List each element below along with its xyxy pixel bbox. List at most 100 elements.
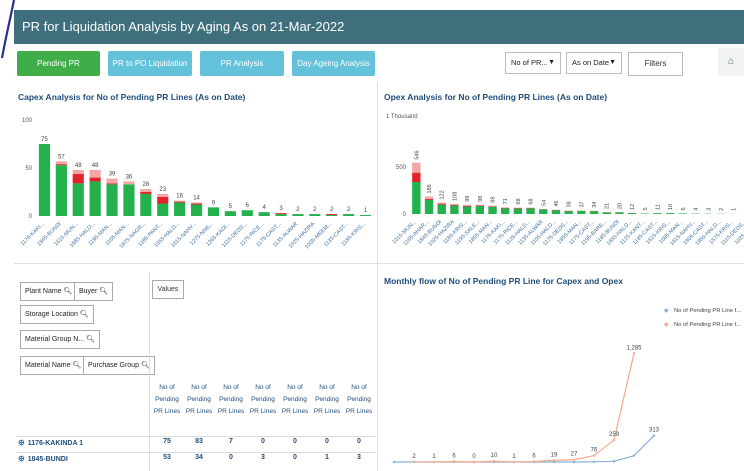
buyer-field[interactable]: Buyer 🔍︎ [74, 282, 114, 301]
plant-name-field[interactable]: Plant Name 🔍︎ [20, 282, 78, 301]
data-label: 6 [532, 453, 536, 459]
bar-segment [501, 207, 510, 209]
bar-segment [174, 202, 186, 216]
data-label: 2 [719, 208, 725, 211]
table-cell: 3 [261, 454, 265, 461]
pr-analysis-button[interactable]: PR Analysis [200, 51, 284, 76]
legend-marker: ◆ [664, 322, 669, 328]
bar-segment [326, 215, 338, 216]
pr-to-po-liquidation-button[interactable]: PR to PO Liquidation [108, 51, 192, 76]
bar-segment [437, 203, 446, 205]
y-tick-label: 50 [25, 166, 32, 172]
measure-dropdown[interactable]: No of PR... ▼ [505, 52, 561, 74]
bar-segment [157, 196, 169, 204]
opex-chart-title: Opex Analysis for No of Pending PR Lines… [384, 92, 608, 102]
date-dropdown-value: As on Date [572, 58, 610, 67]
data-label: 10 [668, 204, 674, 210]
data-label: 2 [330, 207, 334, 213]
home-icon[interactable]: ⌂ [718, 48, 744, 76]
data-label: 48 [92, 163, 99, 169]
data-label: 20 [617, 203, 623, 209]
table-cell: 1 [325, 454, 329, 461]
data-label: 54 [541, 200, 547, 206]
day-ageing-analysis-button[interactable]: Day Ageing Analysis [292, 51, 375, 76]
table-cell: 0 [325, 438, 329, 445]
data-label: 34 [592, 202, 598, 208]
monthly-flow-line-chart: ◆ No of Pending PR Line f... ◆ No of Pendin… [392, 308, 741, 464]
column-header: No of Pending PR Lines [153, 384, 181, 415]
bar-segment [539, 209, 548, 214]
table-row[interactable]: ⊕ 1845-BUNDI 53 34 0 3 0 1 3 [16, 452, 376, 466]
bar-segment [462, 206, 472, 214]
data-label: 23 [159, 187, 166, 193]
expand-icon[interactable]: ⊕ [18, 438, 25, 447]
pending-pr-button[interactable]: Pending PR [17, 51, 100, 76]
column-header: No of Pending PR Lines [281, 384, 309, 415]
pivot-table: Plant Name 🔍︎ Buyer 🔍︎ Storage Location … [16, 272, 376, 471]
row-label: ⊕ 1845-BUNDI [18, 454, 68, 463]
data-label: 27 [571, 452, 578, 458]
caret-down-icon: ▼ [548, 59, 555, 66]
values-field[interactable]: Values [152, 280, 184, 299]
table-cell: 53 [163, 454, 171, 461]
capex-chart-title: Capex Analysis for No of Pending PR Line… [18, 92, 246, 102]
data-label: 36 [126, 174, 133, 180]
column-header: No of Pending PR Lines [313, 384, 341, 415]
date-dropdown[interactable]: As on Date ▼ [566, 52, 622, 74]
bar-segment [424, 199, 434, 214]
data-label: 10 [491, 453, 498, 459]
bar-segment [72, 173, 84, 184]
table-cell: 0 [293, 438, 297, 445]
filters-button[interactable]: Filters [628, 52, 683, 76]
material-group-field[interactable]: Material Group N... 🔍︎ [20, 330, 100, 349]
bar-segment [343, 214, 355, 216]
bar-segment [526, 208, 535, 214]
buyer-label: Buyer [79, 288, 98, 295]
bar-segment [450, 204, 459, 206]
bar-segment [140, 189, 152, 192]
search-icon: 🔍︎ [79, 311, 89, 318]
expand-icon[interactable]: ⊕ [18, 454, 25, 463]
bar-segment [224, 211, 236, 216]
bar-segment [602, 212, 611, 214]
data-label: 2 [313, 207, 317, 213]
data-label: 0 [472, 454, 476, 460]
table-row[interactable]: ⊕ 1176-KAKINDA 1 75 83 7 0 0 0 0 [16, 436, 376, 450]
data-label: 46 [554, 201, 560, 207]
material-name-label: Material Name [25, 362, 71, 369]
data-label: 48 [75, 163, 82, 169]
purchase-group-label: Purchase Group [88, 362, 139, 369]
data-label: 21 [605, 203, 611, 209]
table-cell: 75 [163, 438, 171, 445]
table-cell: 0 [229, 454, 233, 461]
bar-segment [55, 164, 67, 166]
bar-segment [190, 204, 203, 216]
legend-marker: ◆ [664, 308, 669, 314]
data-label: 2 [347, 207, 351, 213]
data-label: 1,285 [626, 345, 642, 351]
monthly-flow-chart-title: Monthly flow of No of Pending PR Line fo… [384, 276, 623, 286]
row-label: ⊕ 1176-KAKINDA 1 [18, 438, 83, 447]
opex-series-line [413, 353, 635, 463]
data-label: 98 [465, 196, 471, 202]
data-label: 108 [452, 192, 458, 201]
storage-location-field[interactable]: Storage Location 🔍︎ [20, 305, 94, 324]
search-icon: 🔍︎ [72, 362, 82, 369]
bar-segment [55, 161, 67, 165]
bar-segment [501, 208, 510, 214]
bar-segment [275, 214, 287, 216]
data-label: 98 [478, 196, 484, 202]
bar-segment [564, 211, 573, 214]
bar-segment [157, 193, 169, 197]
bar-segment [359, 215, 372, 216]
material-name-field[interactable]: Material Name 🔍︎ [20, 356, 87, 375]
data-label: 39 [109, 172, 116, 178]
bar-segment [462, 204, 472, 206]
data-label: 28 [143, 182, 150, 188]
purchase-group-field[interactable]: Purchase Group 🔍︎ [83, 356, 155, 375]
bar-segment [412, 172, 421, 183]
y-tick-label: 100 [22, 118, 33, 124]
data-label: 3 [279, 206, 283, 212]
bar-segment [577, 210, 586, 214]
data-label: 6 [246, 203, 250, 209]
